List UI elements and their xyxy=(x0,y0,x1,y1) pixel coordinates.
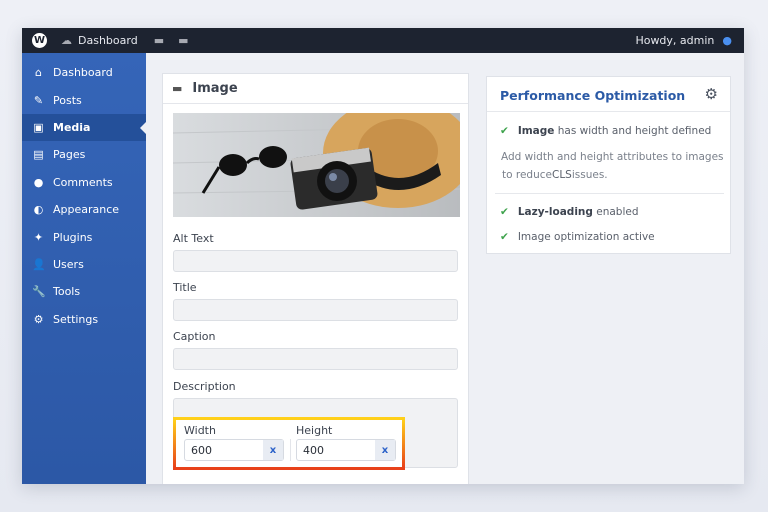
check-bold: Lazy-loading xyxy=(517,206,593,218)
height-label: Height xyxy=(296,424,333,437)
wp-logo[interactable]: W xyxy=(32,33,47,48)
users-icon: 👤 xyxy=(32,257,46,271)
nav-label: Appearance xyxy=(53,203,120,217)
check-text: Image optimization active xyxy=(517,231,655,243)
panel-header: ▬ Image xyxy=(163,74,468,104)
panel-title: Image xyxy=(192,81,238,96)
sidebar-item-appearance[interactable]: ◐ Appearance xyxy=(22,196,146,223)
media-icon: ▣ xyxy=(33,120,44,134)
height-value: 400 xyxy=(303,444,324,457)
sidebar-item-posts[interactable]: ✎ Posts xyxy=(22,86,146,113)
check-text: enabled xyxy=(592,206,639,218)
site-name: Dashboard xyxy=(78,34,138,47)
app-window: W ☁ Dashboard ▬ ▬ Howdy, admin ● ⌂ Dashboar… xyxy=(22,28,744,484)
account-menu[interactable]: Howdy, admin ● xyxy=(635,34,732,47)
nav-label: Settings xyxy=(53,312,99,326)
sidebar-item-pages[interactable]: ▤ Pages xyxy=(22,141,146,168)
sidebar: ⌂ Dashboard ✎ Posts ▣ Media ▤ Pages ● Comment… xyxy=(22,53,146,484)
gear-icon[interactable]: ⚙ xyxy=(705,85,718,103)
check-icon: ✔ xyxy=(500,231,509,243)
nav-label: Plugins xyxy=(53,230,93,244)
check-icon: ✔ xyxy=(500,125,509,137)
height-input[interactable]: 400 x xyxy=(296,439,396,461)
title-input[interactable] xyxy=(173,299,458,321)
divider xyxy=(495,193,724,194)
nav-label: Comments xyxy=(53,175,113,189)
performance-title: Performance Optimization xyxy=(500,88,686,103)
image-preview xyxy=(173,113,460,217)
image-icon: ▬ xyxy=(172,82,183,95)
sidebar-item-settings[interactable]: ⚙ Settings xyxy=(22,306,146,333)
wordpress-icon: W xyxy=(32,33,47,48)
sidebar-item-tools[interactable]: 🔧 Tools xyxy=(22,278,146,305)
title-label: Title xyxy=(173,281,197,294)
hint-text: issues. xyxy=(571,169,608,181)
sidebar-item-plugins[interactable]: ✦ Plugins xyxy=(22,223,146,250)
site-link[interactable]: ☁ Dashboard xyxy=(61,34,138,47)
home-icon: ⌂ xyxy=(35,66,42,80)
nav-label: Users xyxy=(53,257,84,271)
check-text: has width and height defined xyxy=(554,125,712,137)
hint-line-1: Add width and height attributes to image… xyxy=(501,151,724,163)
pages-icon: ▤ xyxy=(33,148,44,162)
settings-icon: ⚙ xyxy=(33,312,44,326)
performance-panel: Performance Optimization ⚙ ✔ Image has wi… xyxy=(486,76,731,254)
user-avatar-icon: ● xyxy=(722,34,732,47)
description-label: Description xyxy=(173,380,236,393)
divider xyxy=(487,111,730,112)
alt-text-label: Alt Text xyxy=(173,232,214,245)
sidebar-item-comments[interactable]: ● Comments xyxy=(22,169,146,196)
alt-text-input[interactable] xyxy=(173,250,458,272)
check-optimization: ✔ Image optimization active xyxy=(500,231,655,243)
nav-label: Tools xyxy=(53,285,81,299)
divider xyxy=(290,439,291,461)
brush-icon: ◐ xyxy=(33,203,44,217)
updates-icon: ▬ xyxy=(153,34,165,47)
nav-label: Posts xyxy=(53,93,82,107)
width-value: 600 xyxy=(191,444,212,457)
howdy-text: Howdy, admin xyxy=(635,34,715,47)
width-input[interactable]: 600 x xyxy=(184,439,284,461)
updates-link[interactable]: ▬ xyxy=(154,34,164,47)
sidebar-item-dashboard[interactable]: ⌂ Dashboard xyxy=(22,59,146,86)
caption-label: Caption xyxy=(173,330,216,343)
width-label: Width xyxy=(184,424,216,437)
admin-bar: W ☁ Dashboard ▬ ▬ Howdy, admin ● xyxy=(22,28,744,53)
hint-bold: CLS xyxy=(551,169,572,181)
hint-text: to reduce xyxy=(502,169,552,181)
wrench-icon: 🔧 xyxy=(32,285,46,299)
check-icon: ✔ xyxy=(500,206,509,218)
hint-line-2: to reduce CLS issues. xyxy=(502,169,608,181)
check-dimensions: ✔ Image has width and height defined xyxy=(500,125,711,137)
sidebar-item-media[interactable]: ▣ Media xyxy=(22,113,146,142)
comment-icon: ▬ xyxy=(178,34,189,47)
check-bold: Image xyxy=(517,125,555,137)
image-details-panel: ▬ Image Alt Text Title Caption Descriptio… xyxy=(162,73,469,484)
palette-icon: ☁ xyxy=(61,34,72,47)
dimensions-highlight: Width 600 x Height 400 x xyxy=(173,417,405,470)
clear-width-button[interactable]: x xyxy=(263,440,283,460)
plugin-icon: ✦ xyxy=(33,230,44,244)
comments-link[interactable]: ▬ xyxy=(178,34,188,47)
nav-label: Dashboard xyxy=(53,66,113,80)
clear-height-button[interactable]: x xyxy=(375,440,395,460)
comments-icon: ● xyxy=(33,175,44,189)
nav-label: Media xyxy=(53,120,91,134)
check-lazy-loading: ✔ Lazy-loading enabled xyxy=(500,206,639,218)
nav-label: Pages xyxy=(53,148,86,162)
pin-icon: ✎ xyxy=(33,93,44,107)
sidebar-item-users[interactable]: 👤 Users xyxy=(22,251,146,278)
caption-input[interactable] xyxy=(173,348,458,370)
